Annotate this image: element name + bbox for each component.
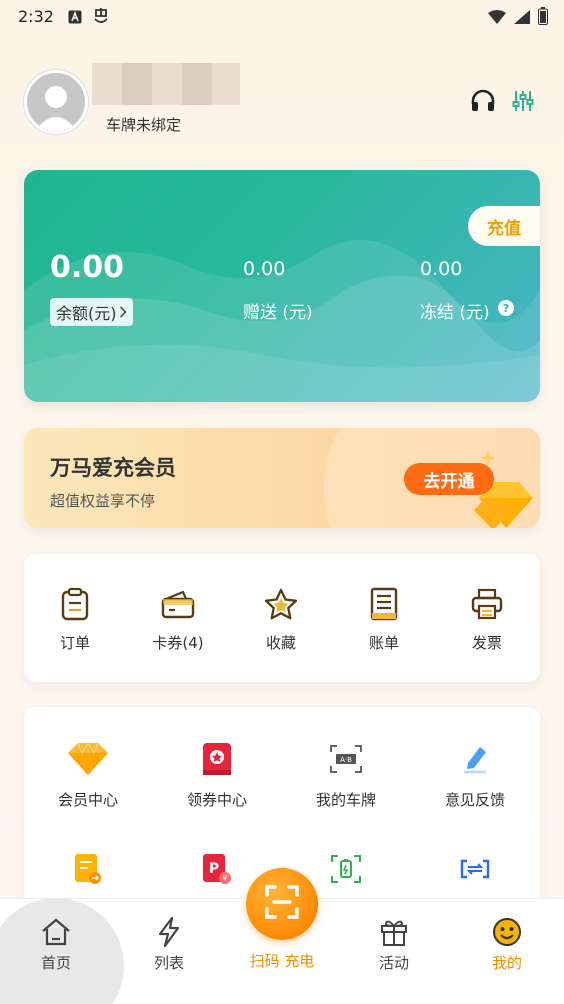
member-center-button[interactable]: 会员中心 bbox=[24, 737, 152, 810]
feedback-icon bbox=[453, 737, 497, 781]
gift-amount: 0.00 bbox=[243, 258, 286, 280]
settings-sliders-icon[interactable] bbox=[508, 86, 538, 116]
order-label: 订单 bbox=[59, 634, 90, 652]
battery-check-icon bbox=[324, 847, 368, 891]
gift-icon bbox=[354, 916, 434, 948]
quick-actions-card: 订单 卡券(4) 收藏 账单 发票 bbox=[24, 554, 540, 682]
my-plate-label: 我的车牌 bbox=[315, 791, 376, 809]
svg-text:?: ? bbox=[503, 302, 509, 315]
frozen-amount: 0.00 bbox=[420, 258, 463, 280]
status-time: 2:32 bbox=[18, 7, 54, 26]
feedback-label: 意见反馈 bbox=[444, 791, 505, 809]
clipboard-icon bbox=[55, 584, 95, 624]
scan-charge-label[interactable]: 扫码 充电 bbox=[232, 950, 332, 971]
feedback-button[interactable]: 意见反馈 bbox=[411, 737, 539, 810]
document-icon bbox=[66, 847, 110, 891]
service-item-8[interactable] bbox=[411, 847, 539, 899]
scan-icon bbox=[263, 883, 301, 925]
help-icon[interactable]: ? bbox=[498, 300, 514, 320]
svg-text:¥: ¥ bbox=[222, 874, 227, 883]
tab-list-label: 列表 bbox=[153, 954, 184, 972]
gift-label: 赠送 (元) bbox=[243, 303, 313, 323]
invoice-button[interactable]: 发票 bbox=[437, 584, 537, 653]
open-membership-button[interactable]: 去开通 bbox=[404, 463, 494, 495]
battery-icon bbox=[538, 7, 548, 29]
recharge-button[interactable]: 充值 bbox=[468, 206, 540, 246]
vin-icon bbox=[453, 847, 497, 891]
bill-button[interactable]: 账单 bbox=[334, 584, 434, 653]
frozen-label: 冻结 (元) bbox=[420, 303, 490, 323]
invoice-label: 发票 bbox=[471, 634, 502, 652]
plate-status[interactable]: 车牌未绑定 bbox=[106, 114, 181, 135]
star-icon bbox=[261, 584, 301, 624]
order-button[interactable]: 订单 bbox=[25, 584, 125, 653]
bill-label: 账单 bbox=[368, 634, 399, 652]
balance-label[interactable]: 余额(元) bbox=[50, 298, 133, 326]
favorites-button[interactable]: 收藏 bbox=[231, 584, 331, 653]
favorites-label: 收藏 bbox=[265, 634, 296, 652]
membership-title: 万马爱充会员 bbox=[50, 456, 176, 480]
tab-list[interactable]: 列表 bbox=[129, 916, 209, 973]
service-item-5[interactable] bbox=[24, 847, 152, 899]
chevron-right-icon bbox=[119, 303, 127, 322]
tab-mine[interactable]: 我的 bbox=[467, 916, 547, 973]
balance-amount: 0.00 bbox=[50, 250, 125, 285]
svg-text:A·B: A·B bbox=[340, 756, 352, 764]
tab-mine-label: 我的 bbox=[491, 954, 522, 972]
coupon-icon bbox=[195, 737, 239, 781]
status-bar: 2:32 bbox=[0, 0, 564, 34]
coupon-center-button[interactable]: 领券中心 bbox=[153, 737, 281, 810]
wifi-icon bbox=[488, 9, 506, 28]
smile-icon bbox=[467, 916, 547, 948]
membership-card[interactable]: 万马爱充会员 超值权益享不停 去开通 bbox=[24, 428, 540, 528]
membership-subtitle: 超值权益享不停 bbox=[50, 492, 156, 510]
tab-activity-label: 活动 bbox=[378, 954, 409, 972]
diamond-icon bbox=[66, 737, 110, 781]
coupon-wallet-button[interactable]: 卡券(4) bbox=[128, 584, 228, 653]
my-plate-button[interactable]: A·B 我的车牌 bbox=[282, 737, 410, 810]
notification-icon bbox=[92, 7, 110, 29]
ledger-icon bbox=[364, 584, 404, 624]
balance-card: 充值 0.00 余额(元) 0.00 赠送 (元) 0.00 冻结 (元) ? bbox=[24, 170, 540, 402]
member-center-label: 会员中心 bbox=[57, 791, 118, 809]
coupon-center-label: 领券中心 bbox=[186, 791, 247, 809]
license-plate-icon: A·B bbox=[324, 737, 368, 781]
lightning-icon bbox=[129, 916, 209, 948]
tab-home-label: 首页 bbox=[40, 954, 71, 972]
a-icon bbox=[68, 9, 82, 28]
username-redacted bbox=[92, 63, 240, 105]
tab-home[interactable]: 首页 bbox=[16, 916, 96, 973]
headset-icon[interactable] bbox=[468, 86, 498, 116]
tab-activity[interactable]: 活动 bbox=[354, 916, 434, 973]
avatar[interactable] bbox=[24, 70, 88, 134]
coupon-wallet-label: 卡券(4) bbox=[152, 634, 204, 652]
scan-charge-button[interactable] bbox=[246, 868, 318, 940]
home-icon bbox=[16, 916, 96, 948]
signal-icon bbox=[514, 9, 530, 28]
wallet-icon bbox=[158, 584, 198, 624]
parking-coupon-icon: P ¥ bbox=[195, 847, 239, 891]
balance-label-text: 余额(元) bbox=[56, 304, 117, 323]
printer-icon bbox=[467, 584, 507, 624]
svg-text:P: P bbox=[209, 861, 219, 877]
